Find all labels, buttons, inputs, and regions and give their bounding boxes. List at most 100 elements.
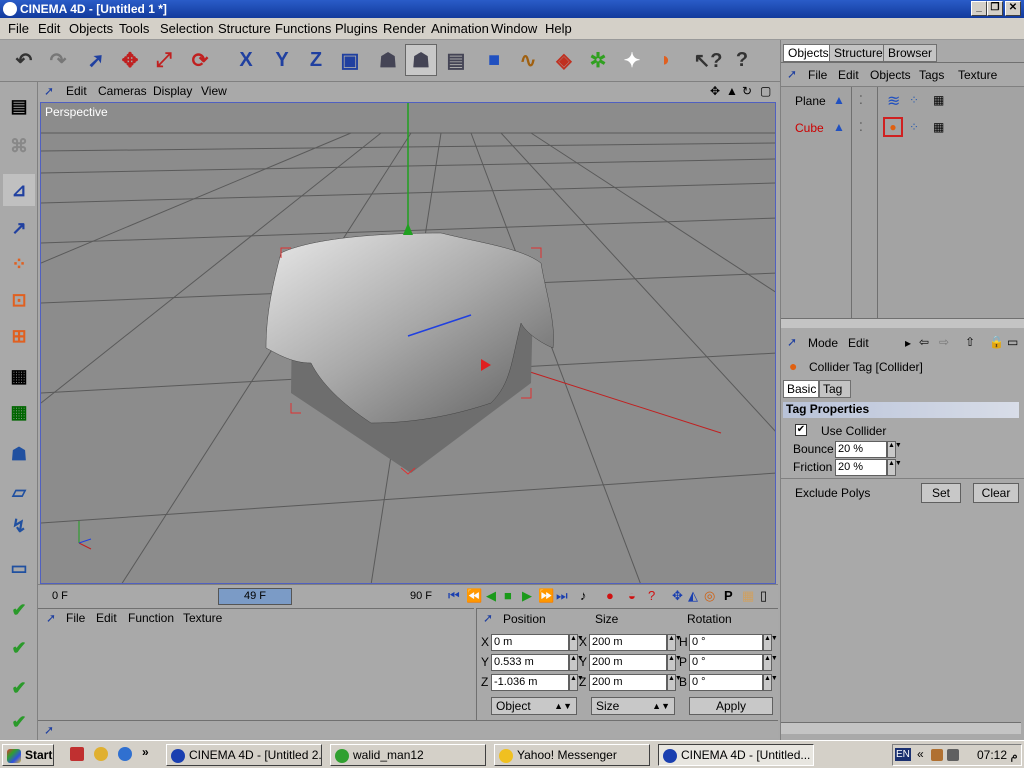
cube-object-icon[interactable]: ■ — [478, 44, 510, 76]
clear-button[interactable]: Clear — [973, 483, 1019, 503]
attributes-lock-icon[interactable]: 🔒 — [989, 335, 1004, 349]
language-indicator[interactable]: EN — [895, 748, 911, 761]
y-axis-handle[interactable] — [403, 223, 413, 235]
cube-phong-tag-icon[interactable]: ⁘ — [909, 120, 919, 134]
attributes-menu-mode[interactable]: Mode — [808, 336, 838, 350]
rot-p-field[interactable]: 0 ° — [689, 654, 763, 671]
cloth-tag-icon[interactable]: ≋ — [887, 91, 900, 111]
enable-editing-icon[interactable]: ✔ — [3, 632, 35, 664]
size-y-field[interactable]: 200 m — [589, 654, 667, 671]
rotation-key-icon[interactable]: ◎ — [704, 588, 715, 604]
material-menu-function[interactable]: Function — [128, 611, 174, 625]
objects-menu-texture[interactable]: Texture — [958, 68, 997, 82]
menu-animation[interactable]: Animation — [431, 21, 489, 36]
keyframe-selection-icon[interactable]: ? — [648, 588, 655, 603]
edges-tool-icon[interactable]: ⊡ — [3, 284, 35, 316]
enable-snapping-icon[interactable]: ✔ — [3, 672, 35, 704]
render-settings-icon[interactable]: ▤ — [440, 44, 472, 76]
object-row-cube[interactable]: Cube ▲ ⁚ ● ⁘ ▦ — [781, 117, 1021, 139]
pos-y-stepper[interactable]: ▲▼ — [569, 654, 584, 671]
redo-icon[interactable]: ↷ — [42, 44, 74, 76]
render-view-icon[interactable]: ☗ — [372, 44, 404, 76]
use-collider-checkbox[interactable]: ✔ — [795, 424, 807, 436]
material-menu-texture[interactable]: Texture — [183, 611, 222, 625]
position-key-icon[interactable]: ✥ — [672, 588, 683, 604]
objects-menu-icon[interactable]: ➚ — [787, 67, 797, 81]
viewport-menu-icon[interactable]: ➚ — [44, 84, 54, 98]
record-icon[interactable]: ● — [606, 588, 614, 603]
next-key-icon[interactable]: ⏩ — [538, 588, 554, 604]
tab-browser[interactable]: Browser — [883, 44, 938, 62]
pos-z-stepper[interactable]: ▲▼ — [569, 674, 584, 691]
rot-h-field[interactable]: 0 ° — [689, 634, 763, 651]
menu-file[interactable]: File — [8, 21, 29, 36]
rot-b-stepper[interactable]: ▲▼ — [763, 674, 778, 691]
polygons-tool-icon[interactable]: ⊞ — [3, 320, 35, 352]
brush-tool-icon[interactable]: ▱ — [3, 476, 35, 508]
previous-key-icon[interactable]: ⏪ — [466, 588, 482, 604]
attributes-back-icon[interactable]: ⇦ — [919, 335, 929, 349]
y-axis-icon[interactable]: Y — [266, 44, 298, 76]
size-x-stepper[interactable]: ▲▼ — [667, 634, 682, 651]
cube-texture-tag-icon[interactable]: ▦ — [933, 120, 944, 134]
viewport-menu-display[interactable]: Display — [153, 84, 192, 98]
size-x-field[interactable]: 200 m — [589, 634, 667, 651]
texture-axis-icon[interactable]: ▦ — [3, 396, 35, 428]
perspective-viewport[interactable]: Perspective — [40, 102, 776, 584]
coordinate-system-icon[interactable]: ▣ — [334, 44, 366, 76]
axis-tool-icon[interactable]: ↗ — [3, 212, 35, 244]
tray-volume-icon[interactable] — [947, 749, 959, 761]
menu-plugins[interactable]: Plugins — [335, 21, 378, 36]
z-axis-icon[interactable]: Z — [300, 44, 332, 76]
material-menu-edit[interactable]: Edit — [96, 611, 117, 625]
parameter-key-icon[interactable]: P — [724, 588, 733, 603]
menu-window[interactable]: Window — [491, 21, 537, 36]
pos-y-field[interactable]: 0.533 m — [491, 654, 569, 671]
rot-b-field[interactable]: 0 ° — [689, 674, 763, 691]
go-to-end-icon[interactable]: ⏭ — [556, 588, 568, 604]
bounce-stepper[interactable]: ▲▼ — [887, 441, 902, 458]
go-to-start-icon[interactable]: ⏮ — [448, 588, 460, 604]
points-tool-icon[interactable]: ⁘ — [3, 248, 35, 280]
render-picture-icon[interactable]: ☗ — [405, 44, 437, 76]
collider-tag-icon[interactable]: ● — [883, 117, 903, 137]
maximize-button[interactable]: ❐ — [987, 1, 1003, 16]
menu-structure[interactable]: Structure — [218, 21, 271, 36]
attributes-new-icon[interactable]: ▭ — [1007, 335, 1018, 349]
attributes-menu-icon[interactable]: ➚ — [787, 335, 797, 349]
viewport-zoom-icon[interactable]: ▲ — [726, 84, 738, 98]
attributes-up-icon[interactable]: ⇧ — [965, 335, 975, 349]
move-icon[interactable]: ✥ — [114, 44, 146, 76]
scale-key-icon[interactable]: ◭ — [688, 588, 698, 604]
undo-icon[interactable]: ↶ — [8, 44, 40, 76]
friction-field[interactable]: 20 % — [835, 459, 887, 476]
menu-edit[interactable]: Edit — [38, 21, 60, 36]
start-button[interactable]: Start — [2, 744, 54, 766]
size-y-stepper[interactable]: ▲▼ — [667, 654, 682, 671]
task-cinema4d-untitled-2[interactable]: CINEMA 4D - [Untitled 2... — [166, 744, 322, 766]
spline-icon[interactable]: ∿ — [512, 44, 544, 76]
viewport-maximize-icon[interactable]: ▢ — [760, 84, 771, 98]
scale-icon[interactable]: ⤢ — [148, 44, 180, 76]
material-menu-icon[interactable]: ➚ — [46, 611, 56, 625]
apply-button[interactable]: Apply — [689, 697, 773, 715]
autokey-icon[interactable]: ◒ — [628, 588, 636, 603]
attributes-scrollbar[interactable] — [781, 722, 1021, 734]
viewport-menu-cameras[interactable]: Cameras — [98, 84, 147, 98]
rot-p-stepper[interactable]: ▲▼ — [763, 654, 778, 671]
paint-tool-icon[interactable]: ☗ — [3, 438, 35, 470]
menu-functions[interactable]: Functions — [275, 21, 331, 36]
sound-icon[interactable]: ♪ — [580, 588, 587, 603]
texture-tool-icon[interactable]: ▦ — [3, 360, 35, 392]
bounce-field[interactable]: 20 % — [835, 441, 887, 458]
nurbs-icon[interactable]: ◈ — [548, 44, 580, 76]
objects-menu-file[interactable]: File — [808, 68, 827, 82]
select-arrow-icon[interactable]: ➚ — [80, 44, 112, 76]
ik-tool-icon[interactable]: ↯ — [3, 510, 35, 542]
rot-h-stepper[interactable]: ▲▼ — [763, 634, 778, 651]
menu-tools[interactable]: Tools — [119, 21, 149, 36]
enable-axis-icon[interactable]: ✔ — [3, 594, 35, 626]
friction-stepper[interactable]: ▲▼ — [887, 459, 902, 476]
attr-tab-basic[interactable]: Basic — [783, 380, 819, 398]
menu-render[interactable]: Render — [383, 21, 426, 36]
